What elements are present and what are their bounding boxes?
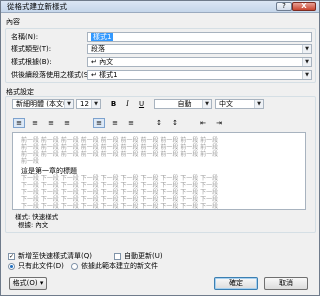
quick-style-checkbox[interactable]: ✓ bbox=[8, 253, 15, 260]
chevron-down-icon: ▼ bbox=[64, 100, 73, 108]
font-size-select[interactable]: 12 ▼ bbox=[76, 99, 101, 109]
font-select[interactable]: 新細明體 (本文中 ▼ bbox=[12, 99, 74, 109]
based-on-select[interactable]: ↵ 內文 ▼ bbox=[87, 57, 312, 67]
style-type-value: 段落 bbox=[91, 45, 105, 53]
this-document-radio[interactable] bbox=[8, 263, 15, 270]
preview-line: 前一段 bbox=[21, 158, 40, 165]
new-documents-label: 依據此範本建立的新文件 bbox=[81, 262, 158, 270]
preview-line: 前一段 前一段 前一段 前一段 前一段 前一段 前一段 前一段 前一段 前一段 bbox=[21, 151, 219, 158]
chevron-down-icon: ▼ bbox=[91, 100, 100, 108]
double-spacing-button[interactable]: ≡ bbox=[125, 118, 137, 128]
name-input-value: 樣式1 bbox=[91, 33, 114, 41]
preview-line: 前一段 前一段 前一段 前一段 前一段 前一段 前一段 前一段 前一段 前一段 bbox=[21, 144, 219, 151]
create-style-dialog: 從格式建立新樣式 ? X 內容 名稱(N): 樣式1 樣式類型(T): 段落 ▼… bbox=[0, 0, 320, 296]
properties-section-label: 內容 bbox=[6, 18, 20, 26]
title-bar: 從格式建立新樣式 ? X bbox=[1, 1, 319, 13]
following-style-select[interactable]: ↵ 樣式1 ▼ bbox=[87, 70, 312, 80]
preview-next-paragraph: 下一段 下一段 下一段 下一段 下一段 下一段 下一段 下一段 下一段 下一段 … bbox=[21, 175, 301, 210]
font-value: 新細明體 (本文中 bbox=[16, 100, 70, 108]
following-style-value: ↵ 樣式1 bbox=[91, 71, 118, 79]
help-button[interactable]: ? bbox=[276, 2, 292, 11]
preview-line: 前一段 前一段 前一段 前一段 前一段 前一段 前一段 前一段 前一段 前一段 bbox=[21, 137, 219, 144]
italic-button[interactable]: I bbox=[122, 99, 133, 109]
decrease-indent-button[interactable]: ⇤ bbox=[197, 118, 209, 128]
description-line: 根據: 內文 bbox=[18, 221, 49, 229]
dialog-title: 從格式建立新樣式 bbox=[7, 2, 67, 11]
increase-indent-button[interactable]: ⇥ bbox=[213, 118, 225, 128]
space-before-button[interactable]: ↕ bbox=[153, 118, 165, 128]
auto-update-checkbox[interactable] bbox=[114, 253, 121, 260]
cancel-button[interactable]: 取消 bbox=[264, 277, 308, 290]
font-size-value: 12 bbox=[80, 100, 89, 108]
font-color-select[interactable]: 自動 ▼ bbox=[154, 99, 212, 109]
name-label: 名稱(N): bbox=[11, 33, 39, 41]
single-spacing-button[interactable]: ≡ bbox=[93, 118, 105, 128]
space-after-button[interactable]: ↕ bbox=[169, 118, 181, 128]
language-select[interactable]: 中文 ▼ bbox=[215, 99, 264, 109]
chevron-down-icon: ▼ bbox=[254, 100, 263, 108]
preview-line: 下一段 下一段 下一段 下一段 下一段 下一段 下一段 下一段 下一段 下一段 bbox=[21, 203, 219, 210]
preview-line: 下一段 下一段 下一段 下一段 下一段 下一段 下一段 下一段 下一段 下一段 bbox=[21, 196, 219, 203]
style-type-select[interactable]: 段落 ▼ bbox=[87, 44, 312, 54]
following-style-label: 供後續段落使用之樣式(S): bbox=[11, 71, 94, 79]
auto-update-label: 自動更新(U) bbox=[124, 252, 163, 260]
style-preview: 前一段 前一段 前一段 前一段 前一段 前一段 前一段 前一段 前一段 前一段 … bbox=[12, 132, 306, 210]
preview-line: 下一段 下一段 下一段 下一段 下一段 下一段 下一段 下一段 下一段 下一段 bbox=[21, 189, 219, 196]
close-button[interactable]: X bbox=[292, 2, 316, 11]
based-on-value: ↵ 內文 bbox=[91, 58, 114, 66]
chevron-down-icon: ▼ bbox=[302, 71, 311, 79]
chevron-down-icon: ▼ bbox=[202, 100, 211, 108]
chevron-down-icon: ▼ bbox=[302, 58, 311, 66]
align-left-button[interactable]: ≡ bbox=[13, 118, 25, 128]
bold-button[interactable]: B bbox=[108, 99, 119, 109]
description-line: 樣式: 快速樣式 bbox=[15, 213, 59, 221]
one-half-spacing-button[interactable]: ≡ bbox=[109, 118, 121, 128]
new-documents-radio[interactable] bbox=[71, 263, 78, 270]
style-type-label: 樣式類型(T): bbox=[11, 45, 52, 53]
style-description: 樣式: 快速樣式 根據: 內文 bbox=[15, 213, 305, 229]
preview-line: 下一段 下一段 下一段 下一段 下一段 下一段 下一段 下一段 下一段 下一段 bbox=[21, 182, 219, 189]
based-on-label: 樣式根據(B): bbox=[11, 58, 52, 66]
font-color-value: 自動 bbox=[177, 100, 192, 108]
align-right-button[interactable]: ≡ bbox=[45, 118, 57, 128]
chevron-down-icon: ▼ bbox=[302, 45, 311, 53]
format-menu-button[interactable]: 格式(O) ▾ bbox=[9, 277, 47, 290]
preview-previous-paragraph: 前一段 前一段 前一段 前一段 前一段 前一段 前一段 前一段 前一段 前一段 … bbox=[21, 137, 301, 165]
name-input[interactable]: 樣式1 bbox=[87, 32, 312, 42]
preview-line: 下一段 下一段 下一段 下一段 下一段 下一段 下一段 下一段 下一段 下一段 bbox=[21, 175, 219, 182]
align-center-button[interactable]: ≡ bbox=[29, 118, 41, 128]
quick-style-label: 新增至快速樣式清單(Q) bbox=[18, 252, 92, 260]
underline-button[interactable]: U bbox=[136, 99, 147, 109]
language-value: 中文 bbox=[219, 100, 233, 108]
ok-button[interactable]: 確定 bbox=[214, 277, 258, 290]
justify-button[interactable]: ≡ bbox=[61, 118, 73, 128]
this-document-label: 只有此文件(D) bbox=[18, 262, 64, 270]
